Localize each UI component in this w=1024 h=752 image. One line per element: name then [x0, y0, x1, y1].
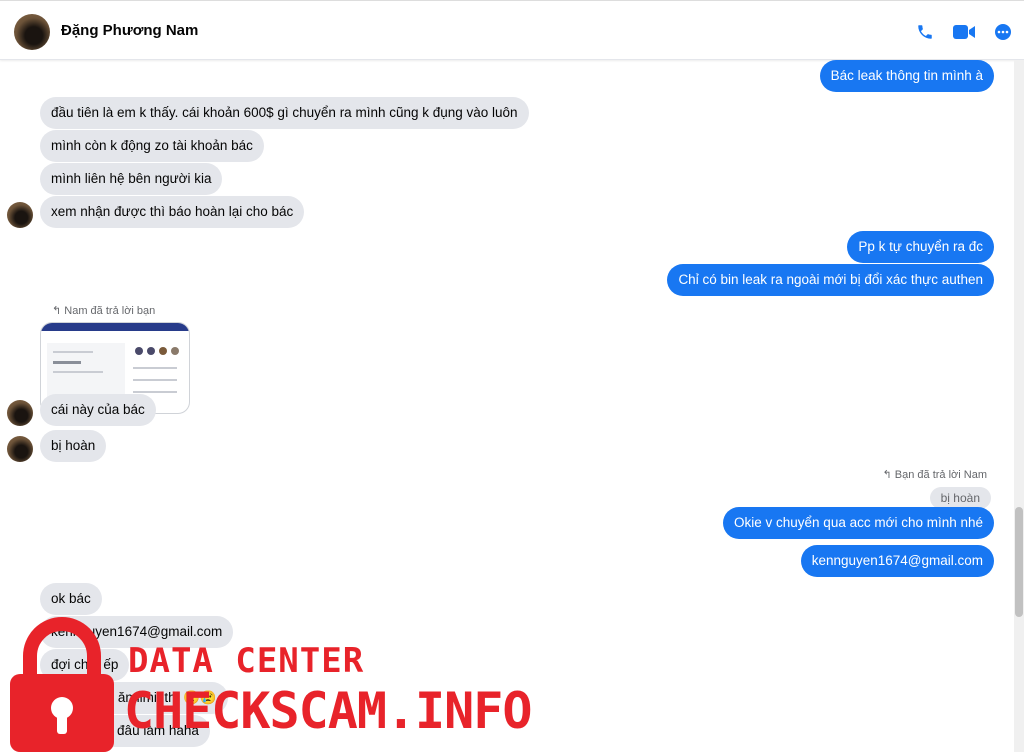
message-incoming[interactable]: chẳng biết đâu làm haha [40, 715, 210, 747]
reply-indicator-label: Bạn đã trả lời Nam [894, 469, 987, 481]
message-outgoing[interactable]: Chỉ có bin leak ra ngoài mới bị đổi xác … [667, 264, 994, 296]
message-outgoing[interactable]: Okie v chuyển qua acc mới cho mình nhé [723, 507, 994, 539]
message-incoming[interactable]: chừ nó cái ăn limit thì 😢😢 [40, 682, 228, 714]
reply-arrow-icon: ↰ [52, 305, 65, 317]
contact-name[interactable]: Đặng Phương Nam [61, 22, 198, 39]
message-incoming[interactable]: mình liên hệ bên người kia [40, 163, 223, 195]
scrollbar-thumb[interactable] [1015, 507, 1023, 617]
reply-arrow-icon: ↰ [882, 469, 895, 481]
thumbnail-topbar [41, 323, 189, 331]
sender-avatar[interactable] [7, 400, 33, 426]
scrollbar[interactable] [1014, 60, 1024, 752]
message-outgoing[interactable]: kennguyen1674@gmail.com [800, 545, 994, 577]
message-incoming[interactable]: cái này của bác [40, 394, 156, 426]
reply-indicator: ↰ Bạn đã trả lời Nam [883, 468, 987, 481]
reply-indicator: ↰ Nam đã trả lời bạn [52, 304, 155, 317]
phone-icon[interactable] [916, 23, 934, 41]
contact-avatar[interactable] [14, 14, 50, 50]
message-incoming[interactable]: bị hoàn [40, 430, 107, 462]
message-outgoing[interactable]: Pp k tự chuyển ra đc [847, 231, 994, 263]
message-incoming[interactable]: kennguyen1674@gmail.com [40, 616, 234, 648]
chat-header: Đặng Phương Nam [0, 0, 1024, 60]
sender-avatar[interactable] [7, 202, 33, 228]
message-outgoing[interactable]: Bác leak thông tin mình à [819, 60, 994, 92]
sender-avatar[interactable] [7, 436, 33, 462]
message-incoming[interactable]: xem nhận được thì báo hoàn lại cho bác [40, 196, 305, 228]
video-icon[interactable] [952, 23, 976, 41]
message-incoming[interactable]: ok bác [40, 583, 102, 615]
quoted-message[interactable]: bị hoàn [929, 487, 991, 509]
more-icon[interactable] [994, 23, 1012, 41]
message-incoming[interactable]: đầu tiên là em k thấy. cái khoản 600$ gì… [40, 97, 529, 129]
reply-indicator-label: Nam đã trả lời bạn [64, 305, 156, 317]
message-incoming[interactable]: đợi chút ếp [40, 649, 130, 681]
message-incoming[interactable]: mình còn k động zo tài khoản bác [40, 130, 264, 162]
